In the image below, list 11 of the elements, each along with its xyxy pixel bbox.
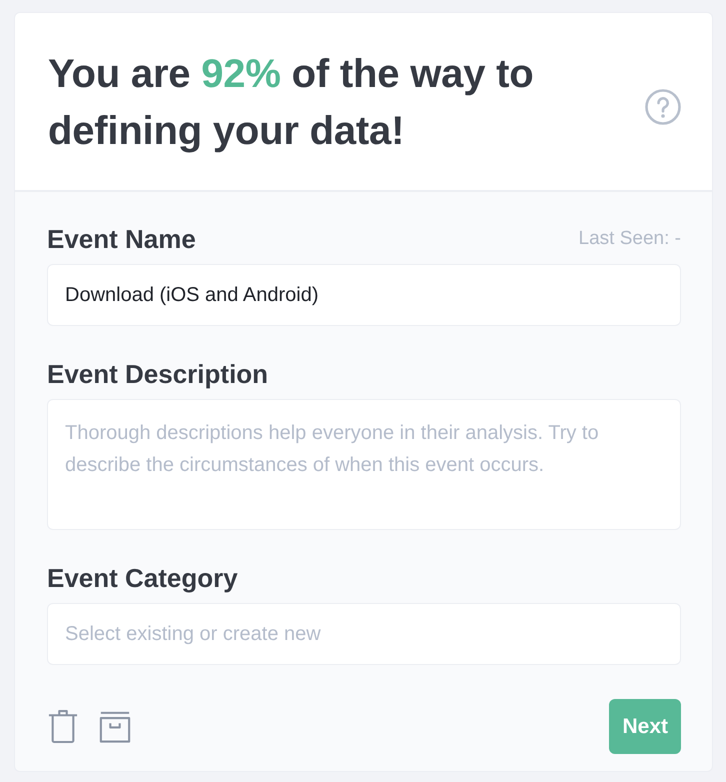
progress-heading: You are 92% of the way to defining your data! [48, 51, 535, 155]
event-description-field[interactable]: Thorough descriptions help everyone in their analysis. Try to describe the circumstances of when this event occurs. [47, 399, 681, 530]
field-label: Event Category [47, 563, 238, 593]
trash-icon[interactable] [48, 709, 78, 744]
event-category-field[interactable]: Select existing or create new [47, 603, 681, 665]
help-icon[interactable] [645, 89, 681, 125]
last-seen-label: Last Seen: - [578, 227, 681, 251]
archive-box-icon[interactable] [99, 710, 131, 742]
field-label: Event Name [47, 224, 196, 254]
event-name-field[interactable]: Download (iOS and Android) [47, 264, 681, 326]
field-label: Event Description [47, 359, 268, 389]
